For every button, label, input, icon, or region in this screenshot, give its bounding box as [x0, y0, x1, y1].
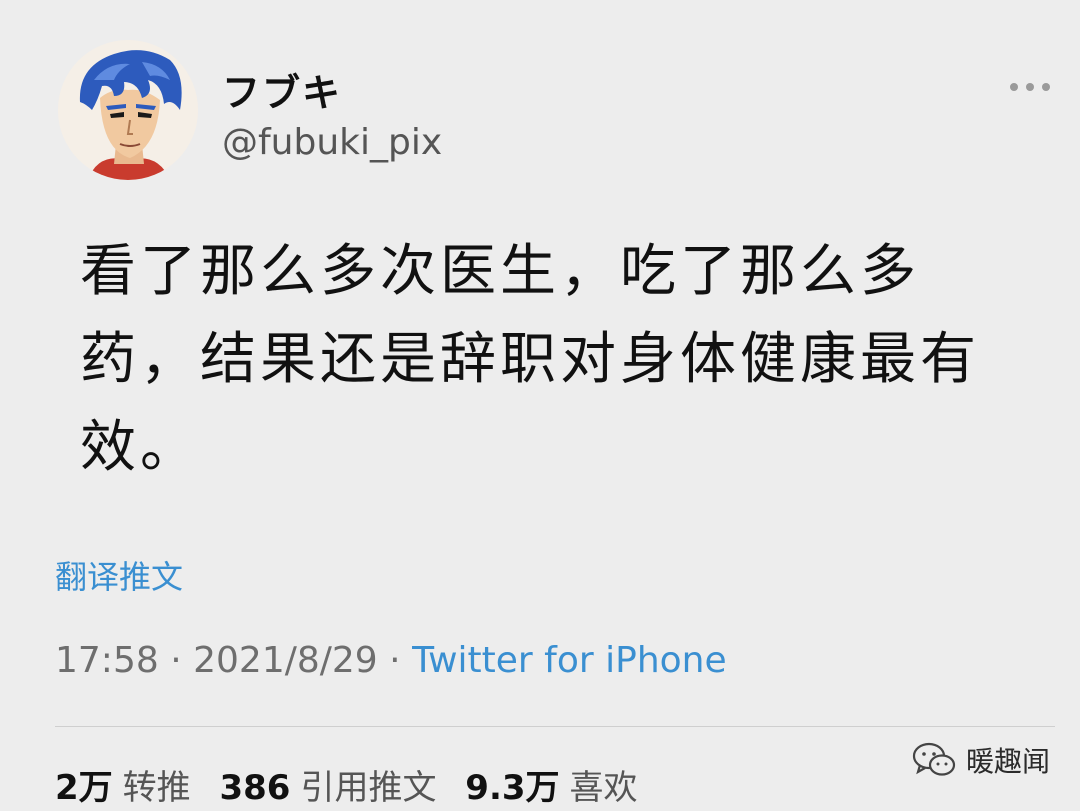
watermark-text: 暖趣闻	[966, 745, 1051, 778]
retweets-label: 转推	[122, 768, 191, 808]
tweet-source-link[interactable]: Twitter for iPhone	[412, 640, 727, 681]
more-dot	[1010, 83, 1018, 91]
quotes-stat[interactable]: 386 引用推文	[219, 768, 436, 808]
tweet-card: フブキ @fubuki_pix 看了那么多次医生，吃了那么多药，结果还是辞职对身…	[0, 0, 1080, 811]
quotes-label: 引用推文	[300, 768, 437, 808]
tweet-stats: 2万 转推 386 引用推文 9.3万 喜欢	[55, 760, 638, 809]
more-options-icon[interactable]	[1010, 72, 1050, 102]
avatar[interactable]	[58, 40, 198, 180]
avatar-illustration	[58, 40, 198, 180]
tweet-time: 17:58	[55, 640, 159, 681]
tweet-text: 看了那么多次医生，吃了那么多药，结果还是辞职对身体健康最有效。	[80, 239, 980, 480]
retweets-count: 2万	[55, 768, 113, 808]
likes-stat[interactable]: 9.3万 喜欢	[465, 768, 637, 808]
divider	[55, 726, 1055, 727]
likes-count: 9.3万	[465, 768, 560, 808]
tweet-meta: 17:58 · 2021/8/29 · Twitter for iPhone	[55, 640, 727, 681]
retweets-stat[interactable]: 2万 转推	[55, 768, 191, 808]
more-dot	[1042, 83, 1050, 91]
meta-separator: ·	[389, 640, 401, 681]
tweet-date[interactable]: 2021/8/29	[193, 640, 378, 681]
user-handle[interactable]: @fubuki_pix	[222, 122, 442, 163]
meta-separator: ·	[170, 640, 182, 681]
wechat-icon	[912, 742, 956, 776]
watermark: 暖趣闻	[912, 740, 1050, 780]
display-name[interactable]: フブキ	[222, 62, 342, 117]
likes-label: 喜欢	[569, 768, 638, 808]
translate-tweet-link[interactable]: 翻译推文	[55, 552, 183, 598]
more-dot	[1026, 83, 1034, 91]
quotes-count: 386	[219, 768, 291, 808]
